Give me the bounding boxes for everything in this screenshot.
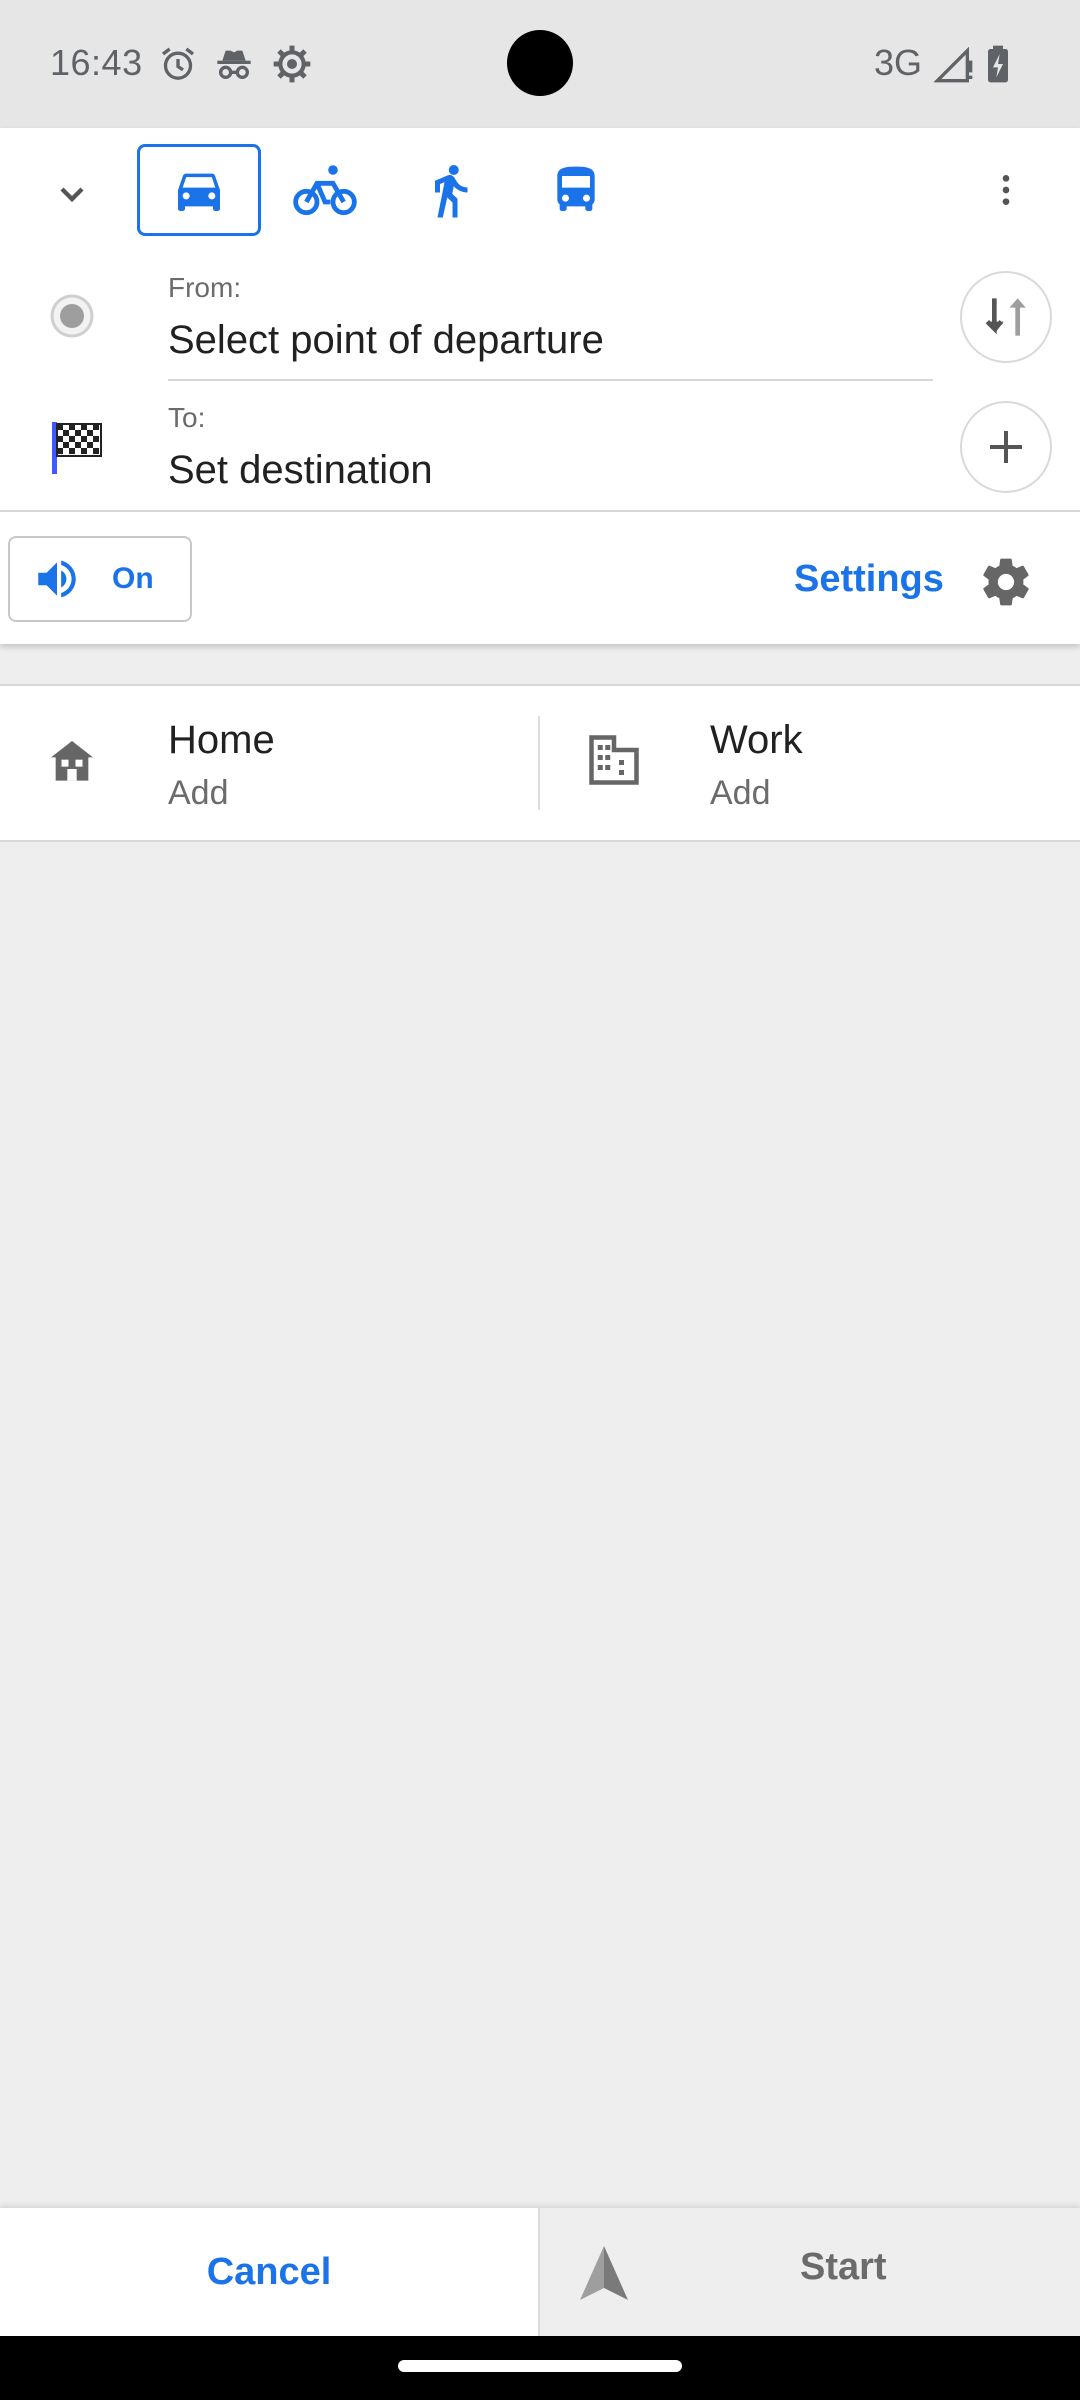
home-icon [51, 741, 93, 781]
network-type: 3G [873, 42, 922, 83]
from-underline [168, 379, 933, 381]
pedestrian-icon [435, 165, 468, 218]
from-value: Select point of departure [168, 318, 604, 362]
work-title: Work [710, 718, 803, 762]
destination-flag-icon [52, 422, 102, 474]
car-icon [178, 173, 220, 211]
route-panel: From: Select point of departure To: Set … [0, 128, 1080, 644]
navigation-arrow-icon [580, 2246, 628, 2300]
mode-walk-button[interactable] [388, 144, 512, 236]
voice-guidance-label: On [112, 562, 154, 595]
home-place[interactable]: Home Add [0, 686, 538, 840]
work-place[interactable]: Work Add [540, 686, 1080, 840]
departure-point-icon [50, 294, 94, 338]
building-icon [589, 735, 639, 785]
status-bar: 16:43 3G [0, 0, 1080, 128]
swap-vert-icon [985, 298, 1026, 336]
to-value: Set destination [168, 448, 433, 492]
bus-icon [557, 166, 595, 211]
home-title: Home [168, 718, 275, 762]
front-camera [507, 30, 573, 96]
cancel-button[interactable]: Cancel [0, 2208, 538, 2336]
saved-places-card: Home Add Work Add [0, 684, 1080, 842]
alarm-icon [162, 47, 194, 80]
incognito-icon [217, 50, 251, 80]
more-vert-icon [1002, 175, 1010, 205]
from-label: From: [168, 272, 242, 303]
mode-transit-button[interactable] [514, 144, 638, 236]
start-label: Start [800, 2246, 887, 2288]
from-field[interactable]: From: Select point of departure [168, 272, 933, 382]
mode-bicycle-button[interactable] [263, 144, 387, 236]
status-time: 16:43 [50, 42, 143, 83]
mode-car-button[interactable] [137, 144, 261, 236]
home-subtitle: Add [168, 774, 229, 812]
settings-gear-icon [273, 45, 311, 83]
home-gesture-pill[interactable] [398, 2360, 682, 2372]
more-menu-button[interactable] [974, 158, 1038, 222]
bicycle-icon [293, 165, 357, 216]
to-field[interactable]: To: Set destination [168, 402, 933, 512]
battery-charging-icon [988, 45, 1008, 83]
chevron-down-icon [60, 187, 84, 203]
voice-guidance-toggle[interactable]: On [8, 536, 192, 622]
work-subtitle: Add [710, 774, 771, 812]
add-waypoint-button[interactable] [960, 401, 1052, 493]
swap-button[interactable] [960, 271, 1052, 363]
settings-link[interactable]: Settings [794, 558, 944, 601]
gear-icon[interactable] [978, 554, 1034, 610]
volume-icon [38, 560, 76, 598]
bottom-action-bar: Cancel Start [0, 2208, 1080, 2336]
to-label: To: [168, 402, 206, 433]
collapse-button[interactable] [40, 162, 104, 226]
panel-divider [0, 510, 1080, 512]
plus-icon [990, 431, 1022, 463]
signal-icon [934, 46, 973, 83]
